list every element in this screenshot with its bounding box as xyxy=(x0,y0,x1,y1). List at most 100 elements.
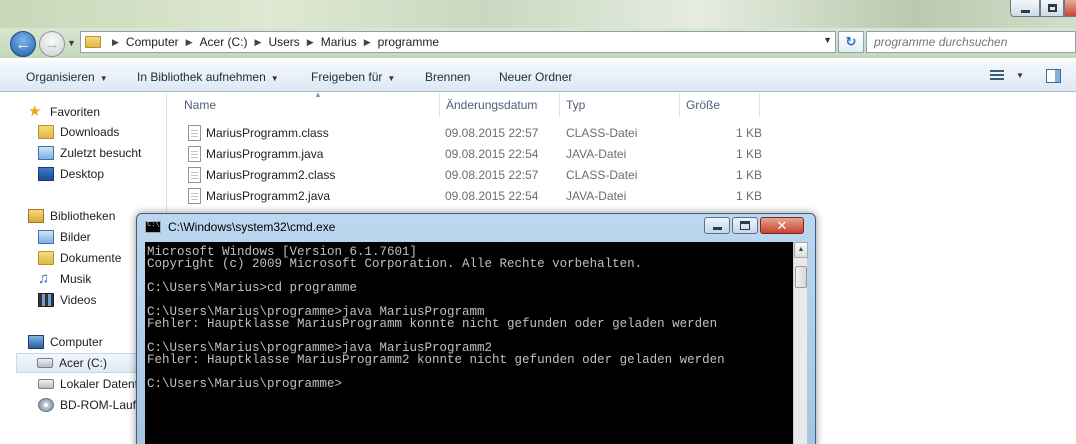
history-dropdown-icon[interactable]: ▼ xyxy=(67,38,77,48)
file-date: 09.08.2015 22:54 xyxy=(445,189,539,203)
breadcrumb-users[interactable]: Users xyxy=(268,35,299,49)
burn-button[interactable]: Brennen xyxy=(425,70,470,84)
arrow-right-icon: → xyxy=(44,35,60,53)
file-icon xyxy=(188,146,201,162)
search-box[interactable] xyxy=(866,31,1076,53)
sidebar-label: BD-ROM-Laufw xyxy=(60,398,145,412)
scroll-thumb[interactable] xyxy=(795,266,807,288)
folder-icon xyxy=(85,36,101,48)
search-input[interactable] xyxy=(874,35,1074,49)
breadcrumb-marius[interactable]: Marius xyxy=(321,35,357,49)
column-label: Änderungsdatum xyxy=(446,98,538,112)
drive-icon xyxy=(38,379,54,389)
column-header-type[interactable]: Typ xyxy=(560,93,680,117)
sidebar-label: Videos xyxy=(60,293,97,307)
sidebar-item-videos[interactable]: Videos xyxy=(38,290,96,310)
disc-icon xyxy=(38,398,54,412)
sidebar-item-bd-rom[interactable]: BD-ROM-Laufw xyxy=(38,395,145,415)
new-folder-button[interactable]: Neuer Ordner xyxy=(499,70,572,84)
breadcrumb-computer[interactable]: Computer xyxy=(126,35,179,49)
sidebar-label: Acer (C:) xyxy=(59,356,107,370)
column-label: Größe xyxy=(686,98,721,112)
column-label: Name xyxy=(184,98,217,112)
console-line: C:\Users\Marius>cd programme xyxy=(147,281,358,295)
file-name: MariusProgramm2.java xyxy=(206,189,331,203)
console-line: Fehler: Hauptklasse MariusProgramm konnt… xyxy=(147,317,718,331)
table-row[interactable]: MariusProgramm2.java 09.08.2015 22:54 JA… xyxy=(184,186,762,207)
cmd-close-button[interactable]: ✕ xyxy=(760,217,804,234)
file-date: 09.08.2015 22:54 xyxy=(445,147,539,161)
breadcrumb-programme[interactable]: programme xyxy=(378,35,439,49)
sidebar-item-libraries[interactable]: Bibliotheken xyxy=(28,206,115,226)
sidebar-label: Lokaler Datentr xyxy=(60,377,143,391)
star-icon: ★ xyxy=(28,103,42,120)
console-output[interactable]: Microsoft Windows [Version 6.1.7601] Cop… xyxy=(145,242,793,444)
chevron-right-icon[interactable]: ▶ xyxy=(186,37,193,48)
chevron-down-icon: ▼ xyxy=(270,74,279,83)
cmd-titlebar[interactable]: C:\Windows\system32\cmd.exe ✕ xyxy=(137,214,815,238)
maximize-button[interactable] xyxy=(1040,0,1064,17)
sidebar-item-favorites[interactable]: ★ Favoriten xyxy=(28,102,100,122)
file-date: 09.08.2015 22:57 xyxy=(445,168,539,182)
refresh-icon: ↻ xyxy=(845,34,857,49)
recent-places-icon xyxy=(38,146,54,160)
close-button[interactable] xyxy=(1064,0,1076,17)
file-icon xyxy=(188,167,201,183)
cmd-window: C:\Windows\system32\cmd.exe ✕ Microsoft … xyxy=(136,213,816,444)
view-options-icon[interactable] xyxy=(990,70,1004,82)
file-size: 1 KB xyxy=(736,168,763,182)
sidebar-item-downloads[interactable]: Downloads xyxy=(38,122,119,142)
preview-pane-icon[interactable] xyxy=(1046,69,1061,83)
chevron-down-icon[interactable]: ▼ xyxy=(823,35,832,45)
share-button[interactable]: Freigeben für ▼ xyxy=(311,70,395,84)
sidebar-item-local-drive[interactable]: Lokaler Datentr xyxy=(38,374,142,394)
breadcrumb-drive[interactable]: Acer (C:) xyxy=(200,35,248,49)
file-icon xyxy=(188,125,201,141)
sidebar-item-music[interactable]: ♫ Musik xyxy=(38,269,91,289)
console-line: Copyright (c) 2009 Microsoft Corporation… xyxy=(147,257,643,271)
sidebar-item-documents[interactable]: Dokumente xyxy=(38,248,121,268)
organize-button[interactable]: Organisieren ▼ xyxy=(26,70,108,84)
column-header-size[interactable]: Größe xyxy=(680,93,760,117)
back-button[interactable]: ← xyxy=(10,31,36,57)
file-type: JAVA-Datei xyxy=(566,147,627,161)
file-type: JAVA-Datei xyxy=(566,189,627,203)
address-bar[interactable]: ▶ Computer ▶ Acer (C:) ▶ Users ▶ Marius … xyxy=(80,31,836,53)
table-row[interactable]: MariusProgramm.java 09.08.2015 22:54 JAV… xyxy=(184,144,762,165)
file-type: CLASS-Datei xyxy=(566,168,638,182)
console-line: Fehler: Hauptklasse MariusProgramm2 konn… xyxy=(147,353,725,367)
cmd-scrollbar[interactable]: ▲ xyxy=(793,242,808,444)
close-icon: ✕ xyxy=(776,217,788,233)
table-row[interactable]: MariusProgramm.class 09.08.2015 22:57 CL… xyxy=(184,123,762,144)
chevron-right-icon[interactable]: ▶ xyxy=(307,37,314,48)
chevron-right-icon[interactable]: ▶ xyxy=(255,37,262,48)
table-row[interactable]: MariusProgramm2.class 09.08.2015 22:57 C… xyxy=(184,165,763,186)
sidebar-label: Dokumente xyxy=(60,251,122,265)
file-name: MariusProgramm2.class xyxy=(206,168,336,182)
column-header-date[interactable]: Änderungsdatum xyxy=(440,93,560,117)
sidebar-label: Desktop xyxy=(60,167,105,181)
cmd-maximize-button[interactable] xyxy=(732,217,758,234)
sidebar-item-desktop[interactable]: Desktop xyxy=(38,164,104,184)
chevron-right-icon[interactable]: ▶ xyxy=(112,37,119,48)
desktop-icon xyxy=(38,167,54,181)
explorer-titlebar[interactable] xyxy=(0,0,1076,28)
sort-ascending-icon: ▲ xyxy=(314,90,322,99)
sidebar-item-computer[interactable]: Computer xyxy=(28,332,103,352)
chevron-down-icon: ▼ xyxy=(99,74,108,83)
drive-icon xyxy=(37,358,53,368)
minimize-icon xyxy=(1020,9,1030,13)
chevron-right-icon[interactable]: ▶ xyxy=(364,37,371,48)
column-header-name[interactable]: ▲ Name xyxy=(178,90,440,117)
forward-button[interactable]: → xyxy=(39,31,65,57)
scroll-up-icon[interactable]: ▲ xyxy=(794,242,808,258)
refresh-button[interactable]: ↻ xyxy=(838,31,864,53)
minimize-button[interactable] xyxy=(1010,0,1040,17)
arrow-left-icon: ← xyxy=(15,35,31,53)
sidebar-item-recent[interactable]: Zuletzt besucht xyxy=(38,143,141,163)
cmd-minimize-button[interactable] xyxy=(704,217,730,234)
chevron-down-icon[interactable]: ▼ xyxy=(1016,71,1024,80)
add-to-library-button[interactable]: In Bibliothek aufnehmen ▼ xyxy=(137,70,279,84)
sidebar-item-pictures[interactable]: Bilder xyxy=(38,227,91,247)
maximize-icon xyxy=(740,221,750,230)
